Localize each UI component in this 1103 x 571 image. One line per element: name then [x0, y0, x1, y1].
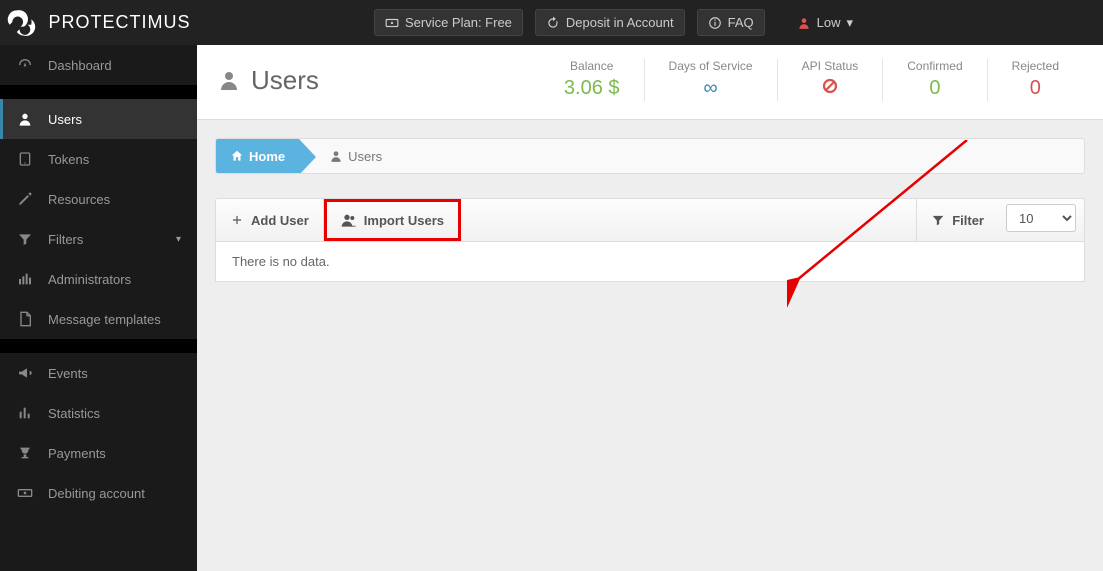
stat-rejected: Rejected 0 — [987, 59, 1083, 101]
sidebar-label: Message templates — [48, 312, 161, 327]
trophy-icon — [16, 445, 34, 461]
refresh-icon — [546, 16, 560, 30]
user-icon — [16, 111, 34, 127]
deposit-label: Deposit in Account — [566, 15, 674, 30]
page-size-select[interactable]: 10 — [1006, 204, 1076, 232]
page-size-select-wrap: 10 — [1006, 204, 1076, 236]
topbar: PROTECTIMUS Service Plan: Free Deposit i… — [0, 0, 1103, 45]
chart-icon — [16, 405, 34, 421]
filter-icon — [931, 213, 945, 227]
sidebar-label: Events — [48, 366, 88, 381]
dashboard-icon — [16, 57, 34, 73]
button-label: Import Users — [364, 213, 444, 228]
user-level: Low — [817, 15, 841, 30]
stat-label: Confirmed — [907, 59, 962, 73]
user-icon — [217, 68, 241, 92]
stat-api: API Status — [777, 59, 883, 101]
sidebar-item-tokens[interactable]: Tokens — [0, 139, 197, 179]
sidebar-item-dashboard[interactable]: Dashboard — [0, 45, 197, 85]
sidebar: Dashboard Users Tokens Resources Filters… — [0, 45, 197, 571]
stat-label: Balance — [564, 59, 620, 73]
sidebar-item-filters[interactable]: Filters ▾ — [0, 219, 197, 259]
users-icon — [341, 212, 357, 228]
header-stats: Balance 3.06 $ Days of Service ∞ API Sta… — [540, 59, 1083, 101]
faq-button[interactable]: FAQ — [697, 9, 765, 36]
sidebar-label: Administrators — [48, 272, 131, 287]
button-label: Filter — [952, 213, 984, 228]
bars-icon — [16, 271, 34, 287]
chevron-down-icon: ▾ — [846, 15, 853, 31]
filter-button[interactable]: Filter — [916, 199, 998, 241]
toolbar: Add User Import Users Filter 10 — [215, 198, 1085, 242]
sidebar-label: Filters — [48, 232, 83, 247]
sidebar-item-events[interactable]: Events — [0, 353, 197, 393]
sidebar-label: Payments — [48, 446, 106, 461]
stat-value: 0 — [907, 77, 962, 100]
banknote-icon — [385, 16, 399, 30]
faq-label: FAQ — [728, 15, 754, 30]
tablet-icon — [16, 151, 34, 167]
info-icon — [708, 16, 722, 30]
page-title: Users — [251, 65, 319, 96]
page-header: Users Balance 3.06 $ Days of Service ∞ A… — [197, 45, 1103, 120]
stat-confirmed: Confirmed 0 — [882, 59, 986, 101]
sidebar-label: Users — [48, 112, 82, 127]
sidebar-item-message-templates[interactable]: Message templates — [0, 299, 197, 339]
stat-value: 3.06 $ — [564, 77, 620, 100]
stat-balance: Balance 3.06 $ — [540, 59, 644, 101]
breadcrumb-label: Home — [249, 149, 285, 164]
home-icon — [230, 149, 244, 163]
sidebar-separator — [0, 339, 197, 353]
sidebar-label: Resources — [48, 192, 110, 207]
main-content: Users Balance 3.06 $ Days of Service ∞ A… — [197, 45, 1103, 571]
document-icon — [16, 311, 34, 327]
brand-text: PROTECTIMUS — [48, 12, 190, 33]
breadcrumb-label: Users — [348, 149, 382, 164]
logo-icon — [6, 8, 42, 38]
stat-label: Rejected — [1012, 59, 1059, 73]
sidebar-item-statistics[interactable]: Statistics — [0, 393, 197, 433]
megaphone-icon — [16, 365, 34, 381]
service-plan-button[interactable]: Service Plan: Free — [374, 9, 523, 36]
user-icon — [797, 16, 811, 30]
service-plan-label: Service Plan: Free — [405, 15, 512, 30]
user-menu[interactable]: Low ▾ — [797, 15, 853, 31]
filter-icon — [16, 231, 34, 247]
topbar-right: Service Plan: Free Deposit in Account FA… — [197, 9, 1103, 36]
block-icon — [802, 77, 859, 101]
sidebar-item-payments[interactable]: Payments — [0, 433, 197, 473]
stat-label: API Status — [802, 59, 859, 73]
stat-value: 0 — [1012, 77, 1059, 100]
deposit-button[interactable]: Deposit in Account — [535, 9, 685, 36]
sidebar-item-resources[interactable]: Resources — [0, 179, 197, 219]
brand-logo[interactable]: PROTECTIMUS — [0, 0, 197, 45]
stat-days: Days of Service ∞ — [644, 59, 777, 101]
banknote-icon — [16, 485, 34, 501]
plus-icon — [230, 213, 244, 227]
sidebar-label: Tokens — [48, 152, 89, 167]
breadcrumb-home[interactable]: Home — [216, 139, 299, 173]
stat-label: Days of Service — [669, 59, 753, 73]
sidebar-label: Dashboard — [48, 58, 112, 73]
import-users-button[interactable]: Import Users — [324, 199, 461, 241]
sidebar-separator — [0, 85, 197, 99]
empty-text: There is no data. — [232, 254, 330, 269]
sidebar-item-debiting[interactable]: Debiting account — [0, 473, 197, 513]
sidebar-label: Debiting account — [48, 486, 145, 501]
breadcrumb: Home Users — [215, 138, 1085, 174]
chevron-down-icon: ▾ — [176, 234, 181, 245]
sidebar-item-administrators[interactable]: Administrators — [0, 259, 197, 299]
user-icon — [329, 149, 343, 163]
sidebar-item-users[interactable]: Users — [0, 99, 197, 139]
pencil-icon — [16, 191, 34, 207]
sidebar-label: Statistics — [48, 406, 100, 421]
stat-value: ∞ — [669, 77, 753, 100]
button-label: Add User — [251, 213, 309, 228]
table-empty-state: There is no data. — [215, 242, 1085, 282]
add-user-button[interactable]: Add User — [216, 199, 324, 241]
